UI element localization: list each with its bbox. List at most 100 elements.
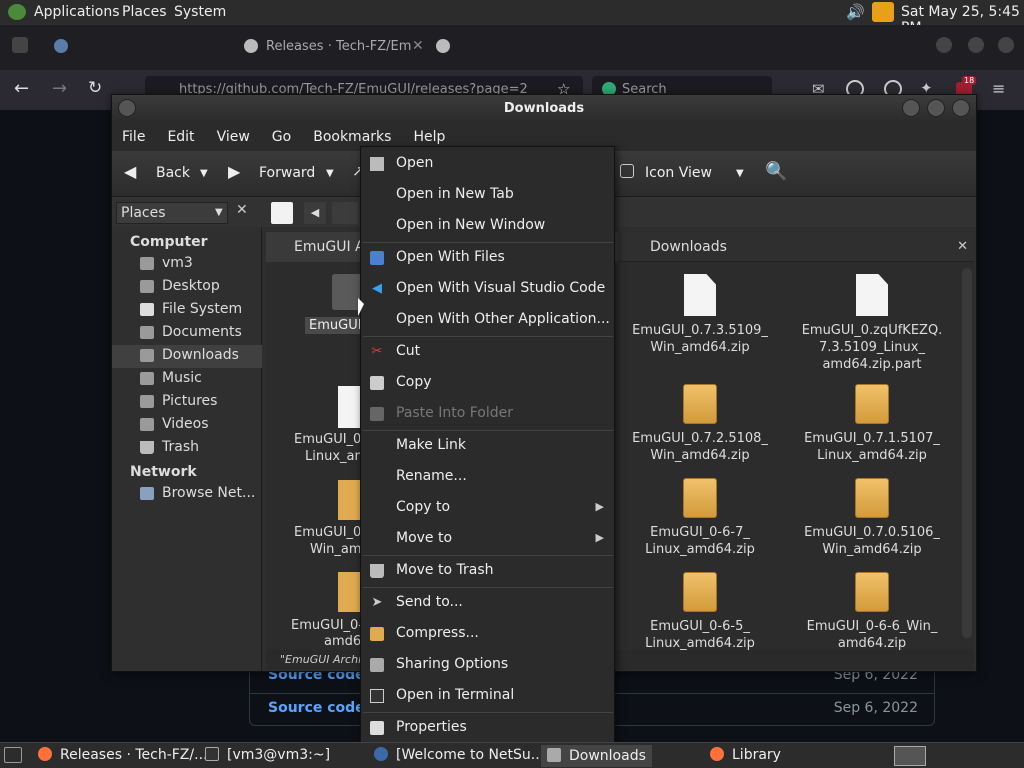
- firefox-view-icon[interactable]: [12, 37, 28, 53]
- menu-file[interactable]: File: [122, 129, 145, 145]
- show-desktop-icon[interactable]: [4, 747, 22, 763]
- file-item[interactable]: EmuGUI_0-6-7_ Linux_amd64.zip: [620, 478, 780, 558]
- task-downloads[interactable]: Downloads: [541, 745, 652, 767]
- sidebar-item-videos[interactable]: Videos: [112, 414, 262, 437]
- forward-dropdown-icon[interactable]: ▼: [326, 168, 334, 179]
- task-firefox-releases[interactable]: Releases · Tech-FZ/...: [38, 747, 207, 763]
- system-menu[interactable]: System: [174, 4, 226, 20]
- reload-icon[interactable]: ↻: [88, 78, 102, 98]
- menu-item-make-link[interactable]: Make Link: [361, 431, 614, 462]
- menu-item-send-to[interactable]: ➤ Send to...: [361, 588, 614, 619]
- sidebar-item-vm3[interactable]: vm3: [112, 253, 262, 276]
- close-window-icon[interactable]: [998, 37, 1014, 53]
- menu-bookmarks[interactable]: Bookmarks: [313, 129, 391, 145]
- file-label[interactable]: Win_am: [310, 542, 362, 557]
- window-title[interactable]: Downloads: [112, 95, 976, 123]
- source-code-link[interactable]: Source code: [268, 700, 365, 716]
- menu-item-move-to[interactable]: Move to ▶: [361, 524, 614, 555]
- sidebar-item-file-system[interactable]: File System: [112, 299, 262, 322]
- close-tab-icon[interactable]: ✕: [412, 38, 424, 54]
- file-label[interactable]: amd6: [324, 634, 361, 649]
- file-label[interactable]: Linux_am: [305, 449, 367, 464]
- minimize-icon[interactable]: [936, 37, 952, 53]
- distro-logo-icon[interactable]: [8, 4, 26, 20]
- menu-item-cut[interactable]: ✂ Cut: [361, 337, 614, 368]
- back-icon[interactable]: ◀: [124, 162, 136, 181]
- hamburger-menu-icon[interactable]: ≡: [992, 79, 1005, 98]
- menu-view[interactable]: View: [217, 129, 250, 145]
- close-window-icon[interactable]: [952, 99, 970, 117]
- menu-item-sharing-options[interactable]: Sharing Options: [361, 650, 614, 681]
- applications-menu[interactable]: Applications: [34, 4, 120, 20]
- netsurf-tray-icon[interactable]: [872, 2, 894, 22]
- side-pane-selector[interactable]: Places ▼: [116, 202, 228, 224]
- file-item[interactable]: EmuGUI_0-6-5_ Linux_amd64.zip: [620, 572, 780, 652]
- file-doc-icon[interactable]: [338, 386, 362, 428]
- forward-icon[interactable]: ▶: [228, 162, 240, 181]
- edit-location-icon[interactable]: [271, 202, 293, 224]
- menu-item-copy[interactable]: Copy: [361, 368, 614, 399]
- file-label[interactable]: EmuGUI_0: [294, 432, 361, 447]
- minimize-icon[interactable]: [902, 99, 920, 117]
- menu-item-properties[interactable]: Properties: [361, 713, 614, 744]
- forward-button[interactable]: Forward: [259, 165, 315, 181]
- menu-item-open-with-vscode[interactable]: ◀ Open With Visual Studio Code: [361, 274, 614, 305]
- task-library[interactable]: Library: [710, 747, 781, 763]
- home-folder-icon[interactable]: [332, 202, 358, 224]
- scrollbar[interactable]: [962, 268, 972, 638]
- task-terminal[interactable]: [vm3@vm3:~]: [205, 747, 330, 763]
- places-menu[interactable]: Places: [122, 4, 167, 20]
- menu-item-open-new-tab[interactable]: Open in New Tab: [361, 180, 614, 211]
- github-icon[interactable]: [436, 39, 450, 53]
- menu-item-open-with-files[interactable]: Open With Files: [361, 243, 614, 274]
- close-side-pane-icon[interactable]: ✕: [236, 202, 248, 218]
- maximize-icon[interactable]: [927, 99, 945, 117]
- search-icon[interactable]: 🔍: [765, 161, 787, 182]
- file-item[interactable]: EmuGUI_0.7.0.5106_ Win_amd64.zip: [792, 478, 952, 558]
- window-menu-icon[interactable]: [118, 99, 136, 117]
- maximize-icon[interactable]: [968, 37, 984, 53]
- file-label[interactable]: EmuGUI_0: [294, 525, 361, 540]
- sidebar-item-desktop[interactable]: Desktop: [112, 276, 262, 299]
- sidebar-item-downloads[interactable]: Downloads: [112, 345, 262, 368]
- task-netsurf[interactable]: [Welcome to NetSu...: [374, 747, 544, 763]
- view-mode-icon[interactable]: [620, 164, 634, 178]
- sidebar-item-documents[interactable]: Documents: [112, 322, 262, 345]
- tab-favicon-icon[interactable]: [54, 39, 68, 53]
- archive-icon[interactable]: [338, 572, 362, 612]
- menu-go[interactable]: Go: [272, 129, 291, 145]
- sidebar-item-trash[interactable]: Trash: [112, 437, 262, 460]
- back-button[interactable]: Back: [156, 165, 190, 181]
- workspace-switcher[interactable]: [894, 746, 926, 766]
- file-item[interactable]: EmuGUI_0.zqUfKEZQ. 7.3.5109_Linux_ amd64.z…: [792, 274, 952, 373]
- menu-item-open[interactable]: Open: [361, 149, 614, 180]
- sidebar-item-music[interactable]: Music: [112, 368, 262, 391]
- file-item[interactable]: EmuGUI_0-6-6_Win_ amd64.zip: [792, 572, 952, 652]
- menu-item-open-with-other[interactable]: Open With Other Application...: [361, 305, 614, 336]
- menu-item-paste-into-folder[interactable]: Paste Into Folder: [361, 399, 614, 430]
- menu-item-rename[interactable]: Rename...: [361, 462, 614, 493]
- file-item[interactable]: EmuGUI_0.7.1.5107_ Linux_amd64.zip: [792, 384, 952, 464]
- close-pane-icon[interactable]: ✕: [957, 232, 968, 262]
- menu-help[interactable]: Help: [413, 129, 445, 145]
- menu-edit[interactable]: Edit: [167, 129, 194, 145]
- menu-item-open-in-terminal[interactable]: Open in Terminal: [361, 681, 614, 712]
- archive-icon[interactable]: [338, 480, 362, 520]
- right-pane-tab[interactable]: Downloads ✕: [618, 232, 974, 262]
- forward-arrow-icon[interactable]: →: [52, 78, 67, 99]
- path-left-arrow-icon[interactable]: ◀: [304, 202, 326, 224]
- back-arrow-icon[interactable]: ←: [14, 78, 29, 99]
- view-dropdown-icon[interactable]: ▼: [736, 168, 744, 179]
- selected-folder-label[interactable]: EmuGUI: [305, 317, 366, 334]
- file-item[interactable]: EmuGUI_0.7.2.5108_ Win_amd64.zip: [620, 384, 780, 464]
- sidebar-item-browse-network[interactable]: Browse Net...: [112, 483, 262, 506]
- view-mode-select[interactable]: Icon View: [645, 165, 712, 181]
- tab-releases[interactable]: Releases · Tech-FZ/Em: [266, 39, 411, 54]
- menu-item-compress[interactable]: Compress...: [361, 619, 614, 650]
- back-dropdown-icon[interactable]: ▼: [200, 168, 208, 179]
- menu-item-copy-to[interactable]: Copy to ▶: [361, 493, 614, 524]
- menu-item-move-to-trash[interactable]: Move to Trash: [361, 556, 614, 587]
- file-label[interactable]: EmuGUI_0-: [291, 618, 363, 633]
- file-item[interactable]: EmuGUI_0.7.3.5109_ Win_amd64.zip: [620, 274, 780, 356]
- volume-icon[interactable]: 🔊: [846, 3, 865, 21]
